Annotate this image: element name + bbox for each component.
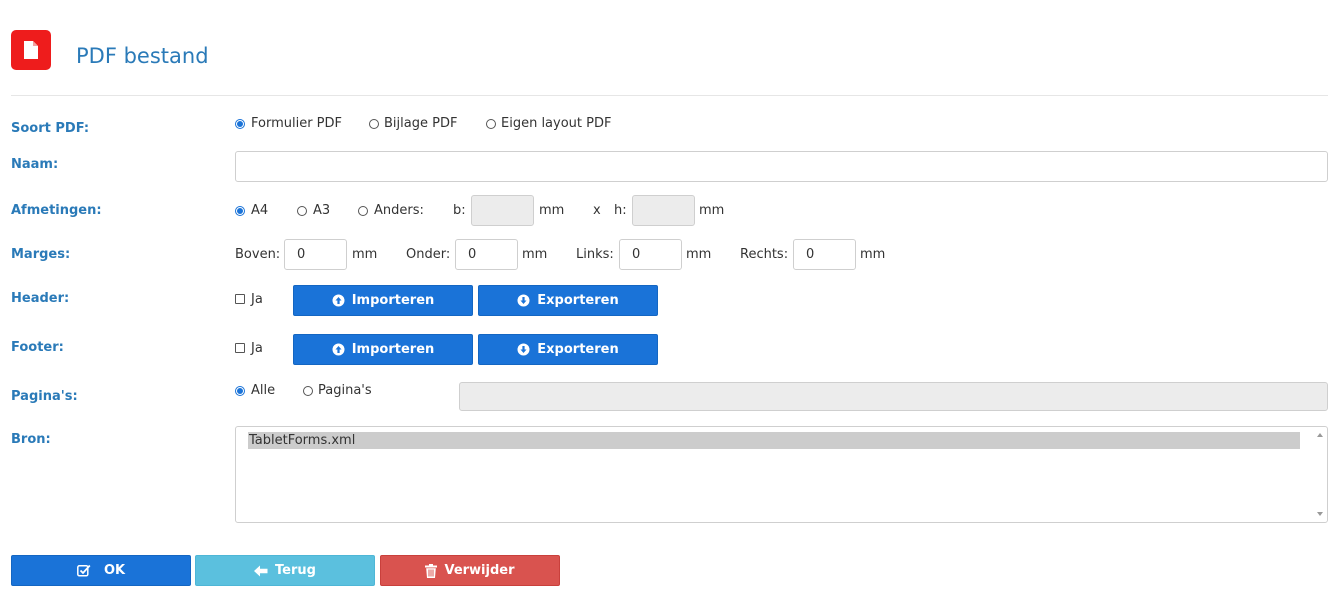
footer-checkbox[interactable] xyxy=(235,343,245,353)
rechts-unit: mm xyxy=(860,247,886,262)
footer-import-label: Importeren xyxy=(351,342,435,357)
radio-alle[interactable] xyxy=(235,386,245,396)
circle-arrow-down-icon xyxy=(517,294,530,307)
radio-formulier-pdf-label: Formulier PDF xyxy=(251,116,343,131)
back-button[interactable]: Terug xyxy=(195,555,375,586)
boven-input[interactable]: 0 xyxy=(284,239,347,270)
hoogte-unit: mm xyxy=(699,203,725,218)
bron-listbox[interactable]: TabletForms.xml xyxy=(235,426,1328,523)
scroll-up-icon[interactable] xyxy=(1317,433,1323,437)
onder-input[interactable]: 0 xyxy=(455,239,518,270)
header-checkbox[interactable] xyxy=(235,294,245,304)
circle-arrow-up-icon xyxy=(332,294,345,307)
breedte-label: b: xyxy=(453,203,466,218)
naam-input[interactable] xyxy=(235,151,1328,182)
radio-paginas[interactable] xyxy=(303,386,313,396)
check-square-icon xyxy=(76,564,91,577)
onder-unit: mm xyxy=(522,247,548,262)
rechts-input[interactable]: 0 xyxy=(793,239,856,270)
footer-import-button[interactable]: Importeren xyxy=(293,334,473,365)
ok-label: OK xyxy=(103,563,126,578)
soort-pdf-label: Soort PDF: xyxy=(11,121,90,136)
footer-export-button[interactable]: Exporteren xyxy=(478,334,658,365)
boven-label: Boven: xyxy=(235,247,281,262)
paginas-input[interactable] xyxy=(459,382,1328,411)
ok-button[interactable]: OK xyxy=(11,555,191,586)
breedte-input[interactable] xyxy=(471,195,534,226)
arrow-left-icon xyxy=(254,565,268,577)
radio-anders[interactable] xyxy=(358,206,368,216)
onder-label: Onder: xyxy=(406,247,451,262)
delete-button[interactable]: Verwijder xyxy=(380,555,560,586)
footer-label: Footer: xyxy=(11,340,64,355)
radio-eigen-layout-pdf-label: Eigen layout PDF xyxy=(501,116,612,131)
breedte-unit: mm xyxy=(539,203,565,218)
paginas-label: Pagina's: xyxy=(11,389,78,404)
boven-unit: mm xyxy=(352,247,378,262)
radio-formulier-pdf[interactable] xyxy=(235,119,245,129)
radio-anders-label: Anders: xyxy=(374,203,424,218)
header-import-label: Importeren xyxy=(351,293,435,308)
circle-arrow-up-icon xyxy=(332,343,345,356)
radio-bijlage-pdf[interactable] xyxy=(369,119,379,129)
trash-icon xyxy=(425,563,438,578)
radio-a3[interactable] xyxy=(297,206,307,216)
header-export-button[interactable]: Exporteren xyxy=(478,285,658,316)
footer-export-label: Exporteren xyxy=(537,342,619,357)
page-title: PDF bestand xyxy=(76,44,209,68)
bron-label: Bron: xyxy=(11,432,51,447)
times-sign: x xyxy=(593,203,601,218)
radio-eigen-layout-pdf[interactable] xyxy=(486,119,496,129)
radio-bijlage-pdf-label: Bijlage PDF xyxy=(384,116,458,131)
radio-alle-label: Alle xyxy=(251,383,276,398)
naam-label: Naam: xyxy=(11,157,59,172)
radio-a4[interactable] xyxy=(235,206,245,216)
marges-label: Marges: xyxy=(11,247,71,262)
delete-label: Verwijder xyxy=(444,563,515,578)
divider xyxy=(11,95,1328,96)
links-input[interactable]: 0 xyxy=(619,239,682,270)
list-item[interactable]: TabletForms.xml xyxy=(248,432,1300,449)
header-import-button[interactable]: Importeren xyxy=(293,285,473,316)
header-label: Header: xyxy=(11,291,70,306)
rechts-label: Rechts: xyxy=(740,247,789,262)
radio-paginas-label: Pagina's xyxy=(318,383,372,398)
hoogte-input[interactable] xyxy=(632,195,695,226)
file-pdf-icon xyxy=(11,30,51,70)
radio-a3-label: A3 xyxy=(313,203,331,218)
back-label: Terug xyxy=(275,563,316,578)
header-export-label: Exporteren xyxy=(537,293,619,308)
links-unit: mm xyxy=(686,247,712,262)
hoogte-label: h: xyxy=(614,203,627,218)
scroll-down-icon[interactable] xyxy=(1317,512,1323,516)
header-checkbox-label: Ja xyxy=(251,292,263,307)
afmetingen-label: Afmetingen: xyxy=(11,203,102,218)
circle-arrow-down-icon xyxy=(517,343,530,356)
footer-checkbox-label: Ja xyxy=(251,341,263,356)
links-label: Links: xyxy=(576,247,614,262)
radio-a4-label: A4 xyxy=(251,203,269,218)
